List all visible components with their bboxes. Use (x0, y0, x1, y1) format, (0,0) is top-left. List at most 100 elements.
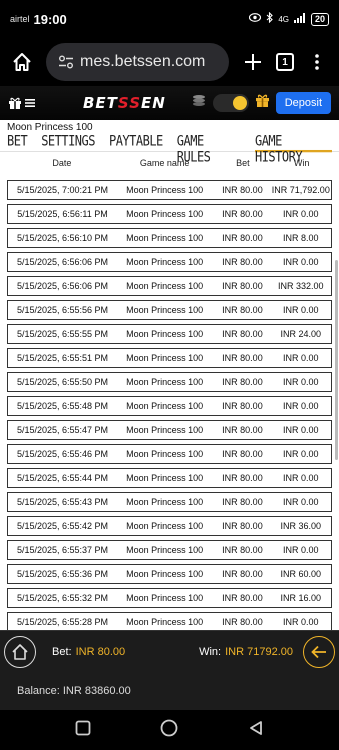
row-bet: INR 80.00 (222, 233, 263, 243)
row-game-name: Moon Princess 100 (126, 257, 204, 267)
browser-menu-button[interactable] (301, 46, 333, 78)
row-game-name: Moon Princess 100 (126, 521, 204, 531)
home-nav-button[interactable] (160, 719, 178, 742)
table-row[interactable]: 5/15/2025, 6:55:46 PM Moon Princess 100 IN… (7, 444, 332, 464)
table-row[interactable]: 5/15/2025, 6:55:56 PM Moon Princess 100 IN… (7, 300, 332, 320)
url-text: mes.betssen.com (80, 53, 206, 70)
table-row[interactable]: 5/15/2025, 6:55:32 PM Moon Princess 100 IN… (7, 588, 332, 608)
site-logo[interactable]: BETSSEN (83, 94, 166, 112)
history-table-body: 5/15/2025, 7:00:21 PM Moon Princess 100 IN… (0, 180, 339, 630)
win-label: Win: (199, 645, 222, 658)
row-date: 5/15/2025, 6:55:37 PM (16, 545, 109, 555)
row-game-name: Moon Princess 100 (126, 401, 204, 411)
menu-button[interactable] (8, 96, 35, 110)
tab-bet[interactable]: BET (7, 133, 28, 153)
clock: 19:00 (33, 11, 67, 27)
table-row[interactable]: 5/15/2025, 6:56:11 PM Moon Princess 100 IN… (7, 204, 332, 224)
row-date: 5/15/2025, 6:55:51 PM (16, 353, 109, 363)
signal-icon (293, 12, 306, 26)
row-bet: INR 80.00 (222, 281, 263, 291)
row-win: INR 0.00 (283, 617, 319, 627)
balance-toggle[interactable] (212, 94, 249, 112)
tab-paytable[interactable]: PAYTABLE (109, 133, 163, 153)
table-row[interactable]: 5/15/2025, 6:56:06 PM Moon Princess 100 IN… (7, 252, 332, 272)
table-row[interactable]: 5/15/2025, 6:55:44 PM Moon Princess 100 IN… (7, 468, 332, 488)
balance-bar: Balance: INR 83860.00 (0, 672, 339, 710)
tab-game-rules[interactable]: GAME RULES (177, 133, 241, 165)
row-game-name: Moon Princess 100 (126, 329, 204, 339)
home-button[interactable] (6, 46, 38, 78)
logo-part-1: BET (83, 94, 118, 112)
tab-settings[interactable]: SETTINGS (41, 133, 95, 153)
plus-icon (245, 54, 261, 70)
tab-switcher-button[interactable]: 1 (269, 46, 301, 78)
scrollbar[interactable] (335, 260, 338, 460)
status-bar: airtel 19:00 4G 20 (0, 0, 339, 38)
row-win: INR 0.00 (283, 401, 319, 411)
row-win: INR 24.00 (280, 329, 322, 339)
header-actions: Deposit (191, 92, 331, 114)
balance-text: Balance: INR 83860.00 (17, 685, 131, 697)
table-row[interactable]: 5/15/2025, 6:55:28 PM Moon Princess 100 IN… (7, 612, 332, 630)
table-row[interactable]: 5/15/2025, 6:55:37 PM Moon Princess 100 IN… (7, 540, 332, 560)
table-row[interactable]: 5/15/2025, 6:55:51 PM Moon Princess 100 IN… (7, 348, 332, 368)
row-win: INR 71,792.00 (271, 185, 330, 195)
toggle-knob (232, 96, 247, 110)
row-date: 5/15/2025, 6:55:56 PM (16, 305, 109, 315)
recents-icon (75, 720, 91, 735)
table-row[interactable]: 5/15/2025, 6:55:43 PM Moon Princess 100 IN… (7, 492, 332, 512)
row-win: INR 0.00 (283, 473, 319, 483)
row-win: INR 0.00 (283, 449, 319, 459)
row-bet: INR 80.00 (222, 257, 263, 267)
back-button[interactable] (303, 635, 335, 668)
deposit-button[interactable]: Deposit (275, 92, 331, 114)
row-win: INR 0.00 (283, 497, 319, 507)
row-bet: INR 80.00 (222, 377, 263, 387)
home-lobby-button[interactable] (4, 635, 36, 668)
table-row[interactable]: 5/15/2025, 7:00:21 PM Moon Princess 100 IN… (7, 180, 332, 200)
table-row[interactable]: 5/15/2025, 6:55:36 PM Moon Princess 100 IN… (7, 564, 332, 584)
table-row[interactable]: 5/15/2025, 6:55:50 PM Moon Princess 100 IN… (7, 372, 332, 392)
row-game-name: Moon Princess 100 (126, 281, 204, 291)
address-bar[interactable]: mes.betssen.com (46, 43, 229, 81)
row-win: INR 0.00 (283, 305, 319, 315)
row-date: 5/15/2025, 6:55:44 PM (16, 473, 109, 483)
row-win: INR 332.00 (278, 281, 324, 291)
coins-icon[interactable] (191, 94, 207, 113)
game-history-panel: Moon Princess 100 BET SETTINGS PAYTABLE … (0, 120, 339, 630)
site-settings-icon[interactable] (58, 55, 74, 69)
tab-count: 1 (276, 53, 294, 71)
recents-button[interactable] (75, 720, 91, 741)
table-row[interactable]: 5/15/2025, 6:55:48 PM Moon Princess 100 IN… (7, 396, 332, 416)
carrier-label: airtel (10, 14, 30, 24)
table-row[interactable]: 5/15/2025, 6:55:47 PM Moon Princess 100 IN… (7, 420, 332, 440)
table-row[interactable]: 5/15/2025, 6:55:42 PM Moon Princess 100 IN… (7, 516, 332, 536)
row-date: 5/15/2025, 6:55:28 PM (16, 617, 109, 627)
row-bet: INR 80.00 (222, 449, 263, 459)
row-win: INR 8.00 (283, 233, 319, 243)
circle-home-icon (161, 719, 178, 736)
back-nav-button[interactable] (248, 720, 264, 741)
row-game-name: Moon Princess 100 (126, 425, 204, 435)
hamburger-icon (25, 99, 35, 107)
row-game-name: Moon Princess 100 (126, 233, 204, 243)
triangle-back-icon (250, 720, 263, 735)
eye-icon (249, 13, 262, 25)
table-row[interactable]: 5/15/2025, 6:56:10 PM Moon Princess 100 IN… (7, 228, 332, 248)
bet-label: Bet: (52, 645, 72, 658)
game-tabs: BET SETTINGS PAYTABLE GAME RULES GAME HI… (0, 133, 339, 165)
row-win: INR 60.00 (280, 569, 322, 579)
row-game-name: Moon Princess 100 (126, 305, 204, 315)
gift-bonus-icon[interactable] (255, 93, 270, 113)
row-game-name: Moon Princess 100 (126, 545, 204, 555)
new-tab-button[interactable] (237, 46, 269, 78)
table-row[interactable]: 5/15/2025, 6:56:06 PM Moon Princess 100 IN… (7, 276, 332, 296)
table-row[interactable]: 5/15/2025, 6:55:55 PM Moon Princess 100 IN… (7, 324, 332, 344)
row-win: INR 0.00 (283, 545, 319, 555)
row-date: 5/15/2025, 6:55:48 PM (16, 401, 109, 411)
row-win: INR 0.00 (283, 257, 319, 267)
row-bet: INR 80.00 (222, 545, 263, 555)
row-date: 5/15/2025, 6:55:43 PM (16, 497, 109, 507)
row-date: 5/15/2025, 6:55:36 PM (16, 569, 109, 579)
tab-game-history[interactable]: GAME HISTORY (254, 133, 332, 165)
